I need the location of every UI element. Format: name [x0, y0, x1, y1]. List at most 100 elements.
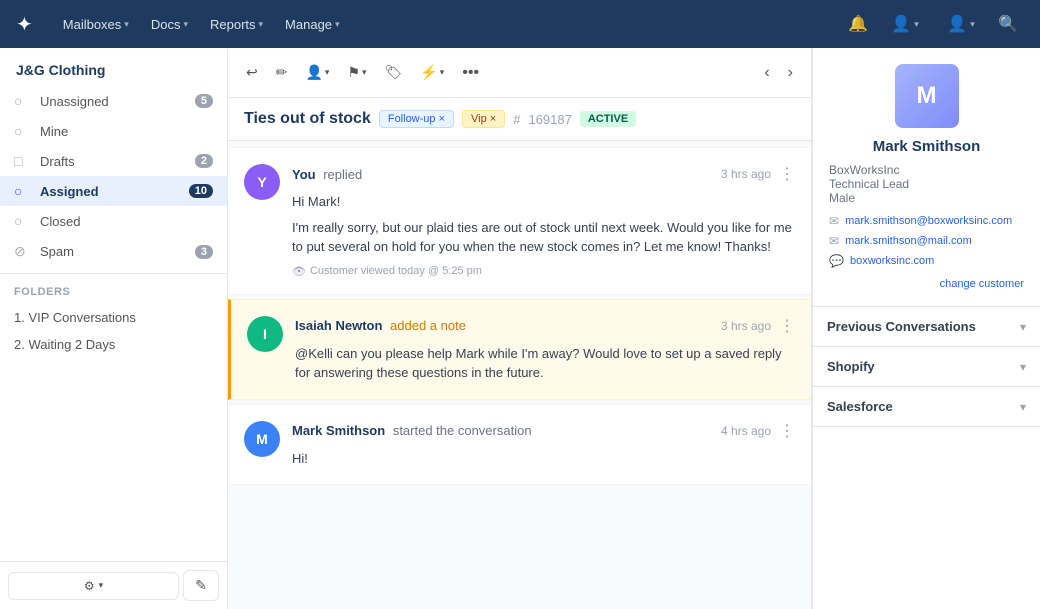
- account-icon[interactable]: 👤▾: [936, 8, 986, 40]
- contact-website-row: 💬 boxworksinc.com: [829, 251, 1024, 271]
- sidebar-folder-vip[interactable]: 1. VIP Conversations: [0, 304, 227, 331]
- action-button[interactable]: ⚡ ▾: [412, 58, 452, 87]
- conversation-header: Ties out of stock Follow-up × Vip × # 16…: [228, 98, 811, 141]
- action-icon: ⚡: [420, 64, 437, 81]
- email-icon: ✉: [829, 214, 839, 228]
- msg2-sender: Isaiah Newton: [295, 318, 382, 333]
- shopify-chevron: ▾: [1020, 360, 1026, 374]
- nav-docs[interactable]: Docs ▾: [141, 11, 198, 38]
- sidebar-item-spam[interactable]: ⊘ Spam 3: [0, 236, 227, 267]
- logo: ✦: [16, 12, 33, 37]
- unassigned-count: 5: [195, 94, 213, 108]
- messages-list: Y You replied 3 hrs ago ⋮ H: [228, 141, 811, 609]
- search-icon[interactable]: 🔍: [992, 8, 1024, 40]
- msg1-menu-icon[interactable]: ⋮: [779, 164, 795, 184]
- next-conversation-button[interactable]: ›: [780, 58, 801, 88]
- msg1-footer: Customer viewed today @ 5:25 pm: [310, 265, 482, 277]
- nav-reports[interactable]: Reports ▾: [200, 11, 273, 38]
- mine-icon: ○: [14, 123, 32, 139]
- nav-manage[interactable]: Manage ▾: [275, 11, 350, 38]
- closed-icon: ○: [14, 213, 32, 229]
- sidebar-label-unassigned: Unassigned: [40, 94, 195, 109]
- nav-items: Mailboxes ▾ Docs ▾ Reports ▾ Manage ▾: [53, 11, 842, 38]
- drafts-count: 2: [195, 154, 213, 168]
- contact-website[interactable]: boxworksinc.com: [850, 255, 934, 267]
- contact-company: BoxWorksInc: [829, 163, 1024, 177]
- change-customer-link[interactable]: change customer: [940, 278, 1024, 290]
- settings-button[interactable]: ⚙ ▾: [8, 572, 179, 600]
- conversation-title: Ties out of stock: [244, 110, 371, 128]
- msg1-time: 3 hrs ago: [721, 167, 771, 181]
- sidebar-label-mine: Mine: [40, 124, 213, 139]
- sidebar-item-assigned[interactable]: ○ Assigned 10: [0, 176, 227, 206]
- unassigned-icon: ○: [14, 93, 32, 109]
- msg3-action: started the conversation: [393, 423, 532, 438]
- viewed-icon: 👁: [292, 265, 306, 278]
- avatar-you: Y: [244, 164, 280, 200]
- sidebar-title: J&G Clothing: [0, 48, 227, 86]
- salesforce-header[interactable]: Salesforce ▾: [813, 387, 1040, 426]
- nav-right: 🔔 👤▾ 👤▾ 🔍: [842, 8, 1024, 40]
- previous-conversations-title: Previous Conversations: [827, 319, 976, 334]
- sidebar: J&G Clothing ○ Unassigned 5 ○ Mine □ Dra…: [0, 48, 228, 609]
- sidebar-items: ○ Unassigned 5 ○ Mine □ Drafts 2 ○ Assig…: [0, 86, 227, 561]
- top-nav: ✦ Mailboxes ▾ Docs ▾ Reports ▾ Manage ▾ …: [0, 0, 1040, 48]
- salesforce-section: Salesforce ▾: [813, 387, 1040, 427]
- compose-button[interactable]: ✎: [183, 570, 219, 601]
- message-2: I Isaiah Newton added a note 3 hrs ago ⋮: [228, 299, 811, 400]
- more-icon: •••: [462, 64, 479, 82]
- sidebar-label-closed: Closed: [40, 214, 213, 229]
- followup-badge[interactable]: Follow-up ×: [379, 110, 454, 128]
- flag-button[interactable]: ⚑ ▾: [339, 58, 374, 87]
- contact-meta: BoxWorksInc Technical Lead Male: [829, 163, 1024, 205]
- sidebar-item-drafts[interactable]: □ Drafts 2: [0, 146, 227, 176]
- previous-conversations-header[interactable]: Previous Conversations ▾: [813, 307, 1040, 346]
- contact-avatar: M: [895, 64, 959, 128]
- contact-email2[interactable]: mark.smithson@mail.com: [845, 235, 972, 247]
- label-icon: 🏷: [385, 64, 403, 81]
- msg2-body: @Kelli can you please help Mark while I'…: [295, 344, 795, 383]
- msg3-sender: Mark Smithson: [292, 423, 385, 438]
- nav-mailboxes[interactable]: Mailboxes ▾: [53, 11, 139, 38]
- sidebar-item-closed[interactable]: ○ Closed: [0, 206, 227, 236]
- contact-name: Mark Smithson: [873, 138, 981, 155]
- spam-count: 3: [195, 245, 213, 259]
- msg3-body: Hi!: [292, 449, 795, 469]
- sidebar-label-drafts: Drafts: [40, 154, 195, 169]
- website-icon: 💬: [829, 254, 844, 268]
- more-button[interactable]: •••: [454, 58, 487, 88]
- flag-icon: ⚑: [347, 64, 360, 81]
- vip-badge[interactable]: Vip ×: [462, 110, 505, 128]
- status-badge: ACTIVE: [580, 111, 636, 127]
- reply-back-button[interactable]: ↩: [238, 58, 266, 87]
- previous-conversations-section: Previous Conversations ▾: [813, 307, 1040, 347]
- salesforce-chevron: ▾: [1020, 400, 1026, 414]
- notifications-icon[interactable]: 🔔: [842, 8, 874, 40]
- drafts-icon: □: [14, 153, 32, 169]
- contact-header: M Mark Smithson BoxWorksInc Technical Le…: [813, 48, 1040, 307]
- edit-button[interactable]: ✏: [268, 58, 296, 87]
- sidebar-footer: ⚙ ▾ ✎: [0, 561, 227, 609]
- sidebar-folder-waiting[interactable]: 2. Waiting 2 Days: [0, 331, 227, 358]
- label-button[interactable]: 🏷: [377, 58, 411, 87]
- avatar-isaiah: I: [247, 316, 283, 352]
- contact-email1[interactable]: mark.smithson@boxworksinc.com: [845, 215, 1012, 227]
- profile-icon[interactable]: 👤▾: [880, 8, 930, 40]
- sidebar-item-unassigned[interactable]: ○ Unassigned 5: [0, 86, 227, 116]
- assign-button[interactable]: 👤 ▾: [297, 58, 337, 87]
- contact-role: Technical Lead: [829, 177, 1024, 191]
- shopify-header[interactable]: Shopify ▾: [813, 347, 1040, 386]
- conversation-id: 169187: [528, 112, 571, 127]
- sidebar-label-assigned: Assigned: [40, 184, 189, 199]
- msg3-menu-icon[interactable]: ⋮: [779, 421, 795, 441]
- prev-conversation-button[interactable]: ‹: [756, 58, 777, 88]
- assigned-icon: ○: [14, 183, 32, 199]
- toolbar: ↩ ✏ 👤 ▾ ⚑ ▾ 🏷 ⚡ ▾ ••• ‹ ›: [228, 48, 811, 98]
- msg2-menu-icon[interactable]: ⋮: [779, 316, 795, 336]
- folders-label: FOLDERS: [0, 280, 227, 304]
- avatar-mark: M: [244, 421, 280, 457]
- contact-email2-row: ✉ mark.smithson@mail.com: [829, 231, 1024, 251]
- sidebar-item-mine[interactable]: ○ Mine: [0, 116, 227, 146]
- assigned-count: 10: [189, 184, 213, 198]
- compose-icon: ✎: [195, 577, 207, 594]
